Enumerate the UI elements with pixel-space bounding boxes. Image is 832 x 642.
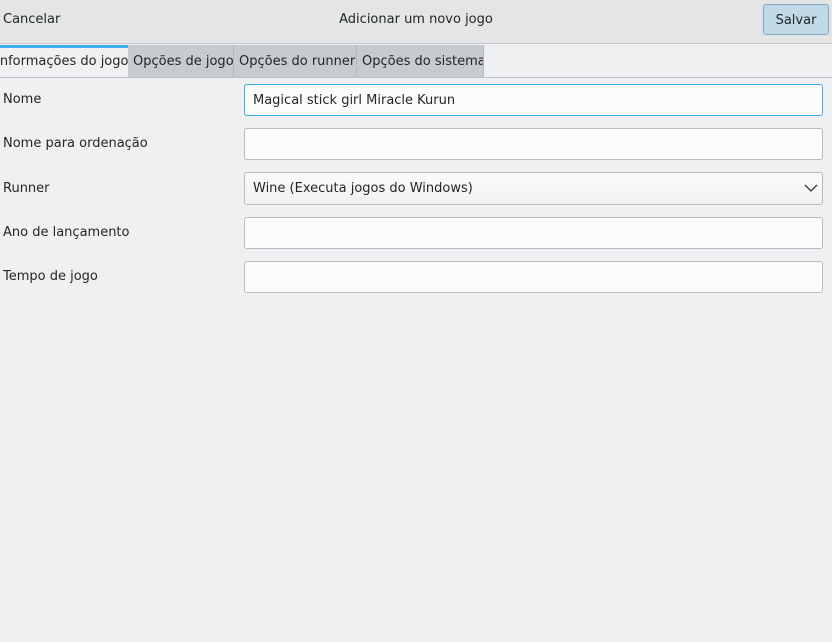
tab-game-options[interactable]: Opções de jogo <box>128 45 234 77</box>
runner-select[interactable]: Wine (Executa jogos do Windows) <box>244 172 823 205</box>
tab-runner-options-label: Opções do runner <box>239 54 356 69</box>
add-game-dialog: Cancelar Adicionar um novo jogo Salvar I… <box>0 0 832 642</box>
tab-game-info[interactable]: Informações do jogo <box>0 45 128 77</box>
tab-game-options-label: Opções de jogo <box>133 54 234 69</box>
name-input[interactable] <box>244 84 823 116</box>
release-year-input[interactable] <box>244 217 823 249</box>
playtime-label: Tempo de jogo <box>3 269 98 284</box>
tab-runner-options[interactable]: Opções do runner <box>234 45 357 77</box>
tab-system-options[interactable]: Opções do sistema <box>357 45 484 77</box>
header-bar: Cancelar Adicionar um novo jogo Salvar <box>0 0 832 44</box>
playtime-input[interactable] <box>244 261 823 293</box>
sort-name-input[interactable] <box>244 128 823 160</box>
dialog-title: Adicionar um novo jogo <box>339 12 493 27</box>
name-label: Nome <box>3 92 42 107</box>
release-year-label: Ano de lançamento <box>3 225 130 240</box>
sort-name-label: Nome para ordenação <box>3 136 148 151</box>
chevron-down-icon <box>804 184 818 192</box>
runner-label: Runner <box>3 181 50 196</box>
runner-selected-value: Wine (Executa jogos do Windows) <box>253 181 473 196</box>
tab-bar: Informações do jogo Opções de jogo Opçõe… <box>0 45 832 78</box>
save-button[interactable]: Salvar <box>763 4 829 35</box>
tab-system-options-label: Opções do sistema <box>362 54 484 69</box>
tab-game-info-label: Informações do jogo <box>0 54 128 69</box>
